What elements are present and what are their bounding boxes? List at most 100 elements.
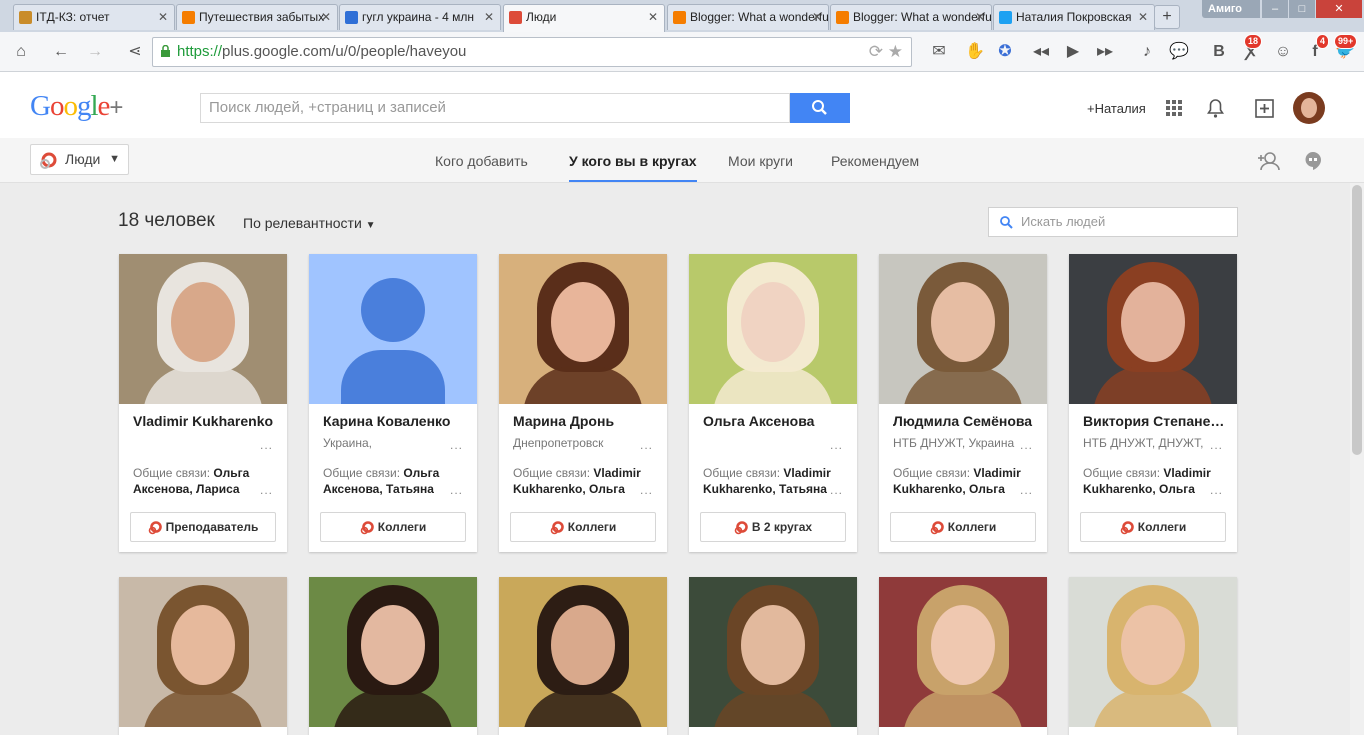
odnoklassniki-icon[interactable]: ꭗ 18 bbox=[1236, 34, 1266, 66]
avatar[interactable] bbox=[1293, 92, 1325, 124]
maximize-icon[interactable]: □ bbox=[1289, 0, 1315, 18]
more-location-icon[interactable]: ... bbox=[260, 438, 273, 452]
tab-have-you-in-circles[interactable]: У кого вы в кругах bbox=[569, 138, 697, 182]
browser-tab[interactable]: гугл украина - 4 млн ✕ bbox=[339, 4, 501, 30]
sort-dropdown[interactable]: По релевантности ▼ bbox=[243, 215, 376, 231]
person-card[interactable] bbox=[309, 577, 477, 735]
person-card[interactable] bbox=[1069, 577, 1237, 735]
browser-tab[interactable]: Blogger: What a wonderful ✕ bbox=[667, 4, 829, 30]
bookmark-star-icon[interactable]: ✪ bbox=[990, 38, 1020, 66]
profile-photo[interactable] bbox=[1069, 577, 1237, 727]
play-icon[interactable]: ▶ bbox=[1058, 38, 1088, 66]
google-plus-logo[interactable]: Google+ bbox=[30, 90, 123, 123]
search-button[interactable] bbox=[790, 93, 850, 123]
profile-photo[interactable] bbox=[689, 254, 857, 404]
circle-button[interactable]: Коллеги bbox=[890, 512, 1036, 542]
circle-button[interactable]: Коллеги bbox=[320, 512, 466, 542]
facebook-icon[interactable]: f4 bbox=[1300, 34, 1330, 66]
browser-tab[interactable]: Люди ✕ bbox=[503, 4, 665, 32]
apps-grid-icon[interactable] bbox=[1166, 100, 1182, 116]
tab-my-circles[interactable]: Мои круги bbox=[728, 138, 793, 182]
more-mutual-icon[interactable]: ... bbox=[450, 483, 463, 497]
person-name[interactable]: Ольга Аксенова bbox=[703, 413, 851, 429]
scrollbar-thumb[interactable] bbox=[1352, 185, 1362, 455]
person-card[interactable]: Ольга Аксенова... Общие связи: Vladimir K… bbox=[689, 254, 857, 552]
person-card[interactable]: Марина Дронь Днепропетровск... Общие связи… bbox=[499, 254, 667, 552]
more-location-icon[interactable]: ... bbox=[830, 438, 843, 452]
vk-icon[interactable]: В bbox=[1204, 38, 1234, 66]
music-icon[interactable]: ♪ bbox=[1132, 38, 1162, 66]
more-mutual-icon[interactable]: ... bbox=[260, 483, 273, 497]
people-search-input[interactable]: Искать людей bbox=[988, 207, 1238, 237]
more-mutual-icon[interactable]: ... bbox=[830, 483, 843, 497]
people-dropdown-button[interactable]: Люди ▼ bbox=[30, 144, 129, 175]
tab-who-to-add[interactable]: Кого добавить bbox=[435, 138, 528, 182]
more-location-icon[interactable]: ... bbox=[450, 438, 463, 452]
rewind-icon[interactable]: ◂◂ bbox=[1026, 38, 1056, 66]
circle-button[interactable]: Коллеги bbox=[510, 512, 656, 542]
search-input[interactable]: Поиск людей, +страниц и записей bbox=[200, 93, 790, 123]
circle-button[interactable]: В 2 кругах bbox=[700, 512, 846, 542]
close-tab-icon[interactable]: ✕ bbox=[975, 5, 985, 29]
person-card[interactable]: Карина Коваленко Украина,... Общие связи: … bbox=[309, 254, 477, 552]
profile-photo[interactable] bbox=[309, 577, 477, 727]
notifications-bell-icon[interactable] bbox=[1207, 99, 1224, 118]
profile-photo[interactable] bbox=[689, 577, 857, 727]
more-mutual-icon[interactable]: ... bbox=[640, 483, 653, 497]
user-name-link[interactable]: +Наталия bbox=[1087, 101, 1146, 116]
reload-star-icons[interactable]: ⟳ ★ bbox=[869, 38, 903, 66]
profile-photo[interactable] bbox=[499, 577, 667, 727]
more-mutual-icon[interactable]: ... bbox=[1210, 483, 1223, 497]
browser-tab[interactable]: Путешествия забытых ✕ bbox=[176, 4, 338, 30]
close-tab-icon[interactable]: ✕ bbox=[158, 5, 168, 29]
friends-icon[interactable]: ☺ bbox=[1268, 38, 1298, 66]
person-card[interactable]: Виктория Степаненко НТБ ДНУЖТ, ДНУЖТ,... О… bbox=[1069, 254, 1237, 552]
person-card[interactable] bbox=[499, 577, 667, 735]
forward-icon[interactable]: → bbox=[80, 38, 110, 66]
circle-button[interactable]: Коллеги bbox=[1080, 512, 1226, 542]
close-tab-icon[interactable]: ✕ bbox=[812, 5, 822, 29]
close-tab-icon[interactable]: ✕ bbox=[648, 5, 658, 29]
profile-photo[interactable] bbox=[119, 577, 287, 727]
more-location-icon[interactable]: ... bbox=[1210, 438, 1223, 452]
more-location-icon[interactable]: ... bbox=[640, 438, 653, 452]
add-person-icon[interactable] bbox=[1258, 151, 1280, 171]
person-name[interactable]: Марина Дронь bbox=[513, 413, 661, 429]
profile-photo[interactable] bbox=[309, 254, 477, 404]
twitter-toolbar-icon[interactable]: 🐦 99+ bbox=[1330, 34, 1360, 66]
fast-forward-icon[interactable]: ▸▸ bbox=[1090, 38, 1120, 66]
person-card[interactable] bbox=[689, 577, 857, 735]
home-icon[interactable]: ⌂ bbox=[6, 38, 36, 66]
profile-photo[interactable] bbox=[1069, 254, 1237, 404]
profile-photo[interactable] bbox=[879, 254, 1047, 404]
close-tab-icon[interactable]: ✕ bbox=[484, 5, 494, 29]
profile-photo[interactable] bbox=[499, 254, 667, 404]
chat-icon[interactable]: 💬 bbox=[1164, 38, 1194, 66]
more-mutual-icon[interactable]: ... bbox=[1020, 483, 1033, 497]
person-card[interactable] bbox=[119, 577, 287, 735]
person-card[interactable] bbox=[879, 577, 1047, 735]
new-tab-button[interactable]: + bbox=[1154, 5, 1180, 29]
close-window-icon[interactable]: ✕ bbox=[1316, 0, 1362, 18]
share-post-icon[interactable] bbox=[1255, 99, 1274, 118]
browser-tab[interactable]: Наталия Покровская ✕ bbox=[993, 4, 1155, 30]
close-tab-icon[interactable]: ✕ bbox=[1138, 5, 1148, 29]
browser-tab[interactable]: ITД-КЗ: отчет ✕ bbox=[13, 4, 175, 30]
person-card[interactable]: Людмила Семёнова НТБ ДНУЖТ, Украина... Общ… bbox=[879, 254, 1047, 552]
browser-tab[interactable]: Blogger: What a wonderful ✕ bbox=[830, 4, 992, 30]
profile-photo[interactable] bbox=[879, 577, 1047, 727]
person-name[interactable]: Карина Коваленко bbox=[323, 413, 471, 429]
address-bar[interactable]: https://plus.google.com/u/0/people/havey… bbox=[152, 37, 912, 67]
profile-photo[interactable] bbox=[119, 254, 287, 404]
person-name[interactable]: Vladimir Kukharenko bbox=[133, 413, 281, 429]
stamp-icon[interactable]: ✋ bbox=[960, 38, 990, 66]
share-icon[interactable]: ⋖ bbox=[120, 38, 150, 66]
close-tab-icon[interactable]: ✕ bbox=[321, 5, 331, 29]
person-card[interactable]: Vladimir Kukharenko... Общие связи: Ольга… bbox=[119, 254, 287, 552]
person-name[interactable]: Людмила Семёнова bbox=[893, 413, 1041, 429]
minimize-icon[interactable]: – bbox=[1262, 0, 1288, 18]
person-name[interactable]: Виктория Степаненко bbox=[1083, 413, 1231, 429]
back-icon[interactable]: ← bbox=[46, 38, 76, 66]
tab-recommended[interactable]: Рекомендуем bbox=[831, 138, 919, 182]
more-location-icon[interactable]: ... bbox=[1020, 438, 1033, 452]
